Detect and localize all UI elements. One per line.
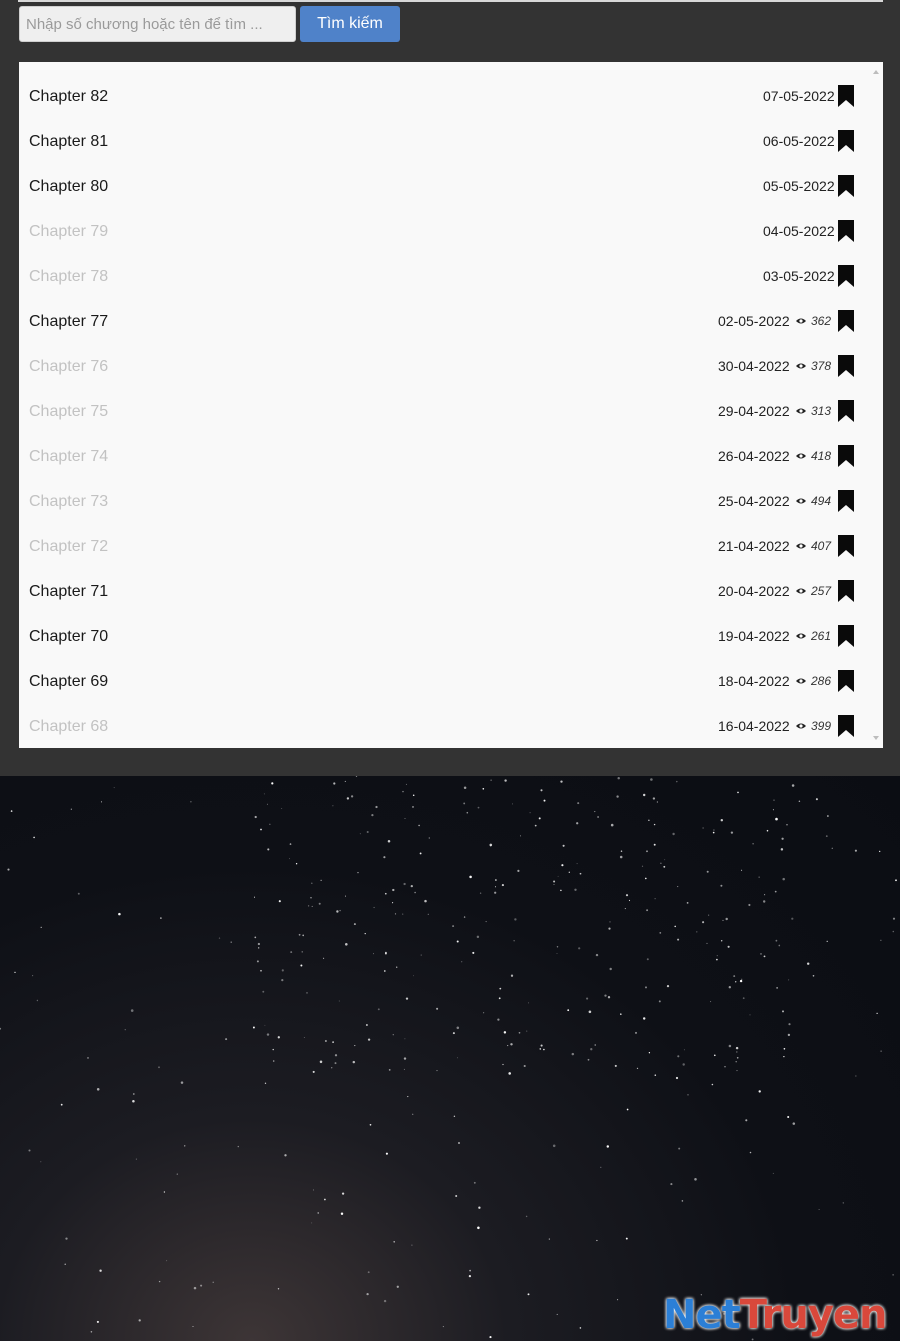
chapter-row[interactable]: Chapter 70 19-04-2022 261 [19, 610, 869, 655]
chapter-date: 06-05-2022 [763, 133, 835, 149]
eye-icon [796, 678, 806, 684]
stars-decoration [0, 776, 897, 1341]
chapter-link[interactable]: Chapter 78 [29, 267, 108, 287]
bookmark-icon[interactable] [837, 625, 855, 647]
scrollbar[interactable] [869, 62, 883, 748]
bookmark-icon[interactable] [837, 490, 855, 512]
chapter-row[interactable]: Chapter 74 26-04-2022 418 [19, 430, 869, 475]
chapter-views: 286 [811, 674, 832, 688]
eye-icon [796, 363, 806, 369]
site-watermark: NetTruyen [663, 1292, 888, 1338]
bookmark-icon[interactable] [837, 580, 855, 602]
chapter-views: 494 [811, 494, 832, 508]
chapter-row[interactable]: Chapter 81 06-05-2022 [19, 115, 869, 160]
chapter-link[interactable]: Chapter 74 [29, 447, 108, 467]
chapter-views: 362 [811, 314, 832, 328]
chapter-views: 378 [811, 359, 832, 373]
bookmark-icon[interactable] [837, 400, 855, 422]
chapter-row[interactable]: Chapter 68 16-04-2022 399 [19, 700, 869, 745]
chapter-row[interactable]: Chapter 71 20-04-2022 257 [19, 565, 869, 610]
chapter-row[interactable]: Chapter 76 30-04-2022 378 [19, 340, 869, 385]
chapter-list[interactable]: Chapter 82 07-05-2022 Chapter 81 06-05-2022… [19, 62, 883, 748]
chapter-link[interactable]: Chapter 68 [29, 717, 108, 737]
chapter-date: 03-05-2022 [763, 268, 835, 284]
bookmark-icon[interactable] [837, 445, 855, 467]
chapter-date: 29-04-2022 [718, 403, 790, 419]
eye-icon [796, 498, 806, 504]
chapter-link[interactable]: Chapter 72 [29, 537, 108, 557]
bookmark-icon[interactable] [837, 175, 855, 197]
chapter-row[interactable]: Chapter 79 04-05-2022 [19, 205, 869, 250]
chapter-views: 261 [811, 629, 832, 643]
bookmark-icon[interactable] [837, 715, 855, 737]
chapter-search-input[interactable] [19, 6, 296, 42]
chapter-panel: Tìm kiếm Chapter 82 07-05-2022 Chapter 81 0… [0, 0, 900, 776]
scroll-down-arrow-icon[interactable] [873, 736, 879, 740]
chapter-date: 19-04-2022 [718, 628, 790, 644]
bookmark-icon[interactable] [837, 310, 855, 332]
bookmark-icon[interactable] [837, 265, 855, 287]
watermark-truyen: Truyen [739, 1292, 888, 1338]
chapter-row[interactable]: Chapter 73 25-04-2022 494 [19, 475, 869, 520]
watermark-net: Net [663, 1292, 741, 1338]
chapter-row[interactable]: Chapter 69 18-04-2022 286 [19, 655, 869, 700]
chapter-link[interactable]: Chapter 77 [29, 312, 108, 332]
chapter-views: 399 [811, 719, 832, 733]
chapter-link[interactable]: Chapter 79 [29, 222, 108, 242]
chapter-date: 30-04-2022 [718, 358, 790, 374]
bookmark-icon[interactable] [837, 130, 855, 152]
eye-icon [796, 408, 806, 414]
chapter-date: 26-04-2022 [718, 448, 790, 464]
chapter-row[interactable]: Chapter 77 02-05-2022 362 [19, 295, 869, 340]
top-divider [18, 0, 883, 2]
chapter-date: 05-05-2022 [763, 178, 835, 194]
eye-icon [796, 588, 806, 594]
chapter-date: 18-04-2022 [718, 673, 790, 689]
bookmark-icon[interactable] [837, 355, 855, 377]
chapter-date: 16-04-2022 [718, 718, 790, 734]
chapter-date: 02-05-2022 [718, 313, 790, 329]
eye-icon [796, 318, 806, 324]
chapter-date: 20-04-2022 [718, 583, 790, 599]
chapter-link[interactable]: Chapter 80 [29, 177, 108, 197]
chapter-views: 257 [811, 584, 832, 598]
chapter-link[interactable]: Chapter 70 [29, 627, 108, 647]
chapter-date: 25-04-2022 [718, 493, 790, 509]
night-sky-image [0, 776, 900, 1341]
chapter-link[interactable]: Chapter 82 [29, 87, 108, 107]
search-button[interactable]: Tìm kiếm [300, 6, 400, 42]
chapter-date: 04-05-2022 [763, 223, 835, 239]
chapter-row[interactable]: Chapter 82 07-05-2022 [19, 70, 869, 115]
chapter-link[interactable]: Chapter 75 [29, 402, 108, 422]
bookmark-icon[interactable] [837, 670, 855, 692]
chapter-views: 418 [811, 449, 832, 463]
eye-icon [796, 453, 806, 459]
bookmark-icon[interactable] [837, 220, 855, 242]
chapter-date: 07-05-2022 [763, 88, 835, 104]
chapter-date: 21-04-2022 [718, 538, 790, 554]
chapter-views: 407 [811, 539, 832, 553]
chapter-views: 313 [811, 404, 832, 418]
eye-icon [796, 633, 806, 639]
eye-icon [796, 543, 806, 549]
eye-icon [796, 723, 806, 729]
chapter-link[interactable]: Chapter 73 [29, 492, 108, 512]
chapter-link[interactable]: Chapter 69 [29, 672, 108, 692]
chapter-link[interactable]: Chapter 71 [29, 582, 108, 602]
chapter-link[interactable]: Chapter 76 [29, 357, 108, 377]
chapter-row[interactable]: Chapter 78 03-05-2022 [19, 250, 869, 295]
chapter-row[interactable]: Chapter 80 05-05-2022 [19, 160, 869, 205]
chapter-row[interactable]: Chapter 72 21-04-2022 407 [19, 520, 869, 565]
chapter-link[interactable]: Chapter 81 [29, 132, 108, 152]
scroll-up-arrow-icon[interactable] [873, 70, 879, 74]
chapter-row[interactable]: Chapter 75 29-04-2022 313 [19, 385, 869, 430]
bookmark-icon[interactable] [837, 85, 855, 107]
bookmark-icon[interactable] [837, 535, 855, 557]
